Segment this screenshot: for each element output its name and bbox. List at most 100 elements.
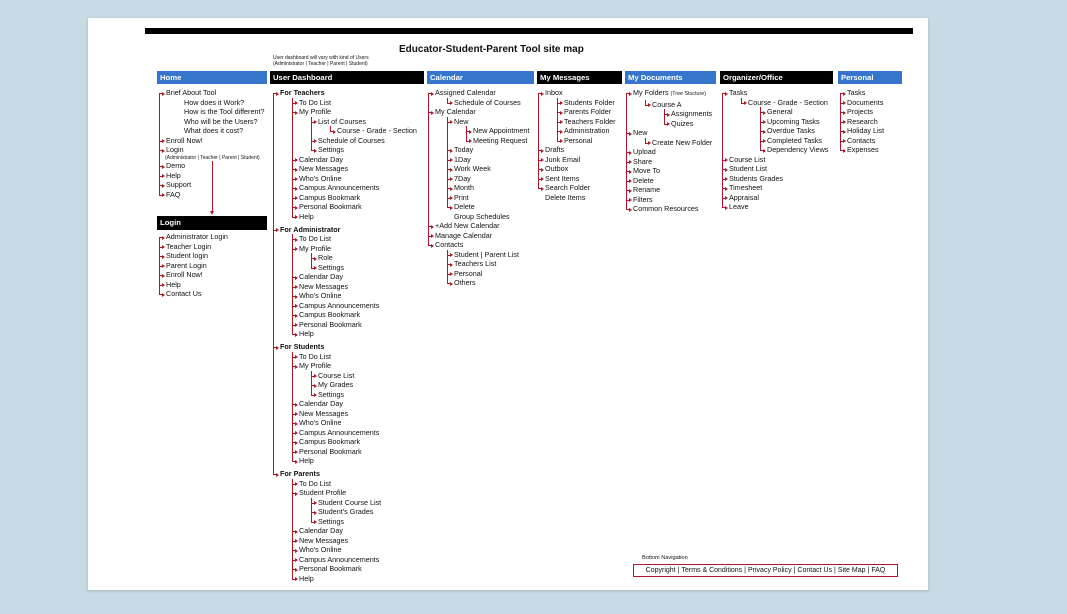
sitemap-link-role[interactable]: Role [318, 253, 417, 263]
sitemap-link-dependency-views[interactable]: Dependency Views [767, 145, 828, 155]
link-label[interactable]: Campus Announcements [299, 555, 379, 564]
link-label[interactable]: Research [847, 117, 878, 126]
sitemap-link-course-list[interactable]: Course List [318, 371, 417, 381]
sitemap-link-for-administrator[interactable]: For Administrator [280, 225, 417, 235]
link-label[interactable]: Campus Announcements [299, 301, 379, 310]
link-label[interactable]: Meeting Request [473, 136, 527, 145]
link-label[interactable]: Support [166, 180, 191, 189]
link-label[interactable]: My Grades [318, 380, 353, 389]
link-label[interactable]: Move To [633, 166, 660, 175]
sitemap-link-timesheet[interactable]: Timesheet [729, 183, 828, 193]
link-label[interactable]: New Messages [299, 164, 348, 173]
sitemap-link-to-do-list[interactable]: To Do List [299, 234, 417, 244]
link-label[interactable]: Assigned Calendar [435, 88, 496, 97]
link-label[interactable]: Month [454, 183, 474, 192]
sitemap-link-course-a[interactable]: Course A [652, 100, 712, 110]
link-label[interactable]: Personal Bookmark [299, 447, 362, 456]
link-label[interactable]: 7Day [454, 174, 471, 183]
sitemap-link-help[interactable]: Help [299, 574, 417, 584]
link-label[interactable]: Contacts [847, 136, 875, 145]
sitemap-link-contact-us[interactable]: Contact Us [166, 289, 228, 299]
sitemap-link-filters[interactable]: Filters [633, 195, 712, 205]
link-label[interactable]: Upload [633, 147, 656, 156]
link-label[interactable]: New [633, 128, 647, 137]
link-label[interactable]: Who will be the Users? [184, 117, 258, 126]
column-header-my-messages[interactable]: My Messages [537, 71, 622, 84]
link-label[interactable]: Contact Us [166, 289, 202, 298]
sitemap-link-sent-items[interactable]: Sent Items [545, 174, 616, 184]
link-label[interactable]: Campus Announcements [299, 428, 379, 437]
link-label[interactable]: Sent Items [545, 174, 579, 183]
sitemap-link-contacts[interactable]: Contacts [435, 240, 529, 250]
link-label[interactable]: Help [299, 574, 314, 583]
link-label[interactable]: FAQ [166, 190, 180, 199]
sitemap-link-search-folder[interactable]: Search Folder [545, 183, 616, 193]
link-label[interactable]: Drafts [545, 145, 564, 154]
link-label[interactable]: Group Schedules [454, 212, 510, 221]
link-label[interactable]: My Folders [633, 88, 671, 97]
link-label[interactable]: Student's Grades [318, 507, 373, 516]
link-label[interactable]: Inbox [545, 88, 563, 97]
sitemap-link-calendar-day[interactable]: Calendar Day [299, 272, 417, 282]
link-label[interactable]: Campus Bookmark [299, 437, 360, 446]
sitemap-link-new[interactable]: New [454, 117, 529, 127]
column-header-calendar[interactable]: Calendar [427, 71, 534, 84]
link-label[interactable]: Who's Online [299, 418, 342, 427]
link-label[interactable]: Student Profile [299, 488, 346, 497]
sitemap-link-students-grades[interactable]: Students Grades [729, 174, 828, 184]
sitemap-link-holiday-list[interactable]: Holiday List [847, 126, 884, 136]
link-label[interactable]: Rename [633, 185, 660, 194]
link-label[interactable]: To Do List [299, 98, 331, 107]
sitemap-link-parent-login[interactable]: Parent Login [166, 261, 228, 271]
sitemap-link-calendar-day[interactable]: Calendar Day [299, 526, 417, 536]
sitemap-link-course-list[interactable]: Course List [729, 155, 828, 165]
sitemap-link-personal-bookmark[interactable]: Personal Bookmark [299, 564, 417, 574]
link-label[interactable]: Campus Bookmark [299, 310, 360, 319]
sitemap-link-new-appointment[interactable]: New Appointment [473, 126, 529, 136]
link-label[interactable]: Student | Parent List [454, 250, 519, 259]
sitemap-link-share[interactable]: Share [633, 157, 712, 167]
sitemap-link-new-messages[interactable]: New Messages [299, 282, 417, 292]
sitemap-link-help[interactable]: Help [166, 280, 228, 290]
sitemap-link-junk-email[interactable]: Junk Email [545, 155, 616, 165]
sitemap-link-campus-bookmark[interactable]: Campus Bookmark [299, 437, 417, 447]
sitemap-link-student-s-grades[interactable]: Student's Grades [318, 507, 417, 517]
sitemap-link-delete[interactable]: Delete [633, 176, 712, 186]
sitemap-link-calendar-day[interactable]: Calendar Day [299, 155, 417, 165]
sitemap-link-to-do-list[interactable]: To Do List [299, 352, 417, 362]
link-label[interactable]: Login [166, 145, 184, 154]
sitemap-link-faq[interactable]: FAQ [166, 190, 264, 200]
sitemap-link-student-course-list[interactable]: Student Course List [318, 498, 417, 508]
sitemap-link-work-week[interactable]: Work Week [454, 164, 529, 174]
link-label[interactable]: Help [166, 280, 181, 289]
link-label[interactable]: Delete Items [545, 193, 585, 202]
sitemap-link-contacts[interactable]: Contacts [847, 136, 884, 146]
sitemap-link-student-login[interactable]: Student login [166, 251, 228, 261]
sitemap-link-my-profile[interactable]: My Profile [299, 244, 417, 254]
footer-link-faq[interactable]: FAQ [871, 567, 885, 574]
sitemap-link-tasks[interactable]: Tasks [847, 88, 884, 98]
sitemap-link-campus-bookmark[interactable]: Campus Bookmark [299, 193, 417, 203]
sitemap-link-administrator-login[interactable]: Administrator Login [166, 232, 228, 242]
link-label[interactable]: Teachers Folder [564, 117, 616, 126]
link-label[interactable]: Teachers List [454, 259, 496, 268]
link-label[interactable]: What does it cost? [184, 126, 243, 135]
footer-link-copyright[interactable]: Copyright [646, 567, 676, 574]
sitemap-link-drafts[interactable]: Drafts [545, 145, 616, 155]
sitemap-link-support[interactable]: Support [166, 180, 264, 190]
link-label[interactable]: Assignments [671, 109, 712, 118]
sitemap-link-list-of-courses[interactable]: List of Courses [318, 117, 417, 127]
link-label[interactable]: Personal Bookmark [299, 320, 362, 329]
sitemap-link-teachers-folder[interactable]: Teachers Folder [564, 117, 616, 127]
sitemap-link-move-to[interactable]: Move To [633, 166, 712, 176]
footer-link-site-map[interactable]: Site Map [838, 567, 866, 574]
sitemap-link-schedule-of-courses[interactable]: Schedule of Courses [318, 136, 417, 146]
sitemap-link-month[interactable]: Month [454, 183, 529, 193]
sitemap-link-who-s-online[interactable]: Who's Online [299, 291, 417, 301]
sitemap-link-7day[interactable]: 7Day [454, 174, 529, 184]
sitemap-link-new-messages[interactable]: New Messages [299, 164, 417, 174]
link-label[interactable]: Schedule of Courses [454, 98, 521, 107]
link-label[interactable]: Teacher Login [166, 242, 211, 251]
link-label[interactable]: Course List [729, 155, 765, 164]
link-label[interactable]: Delete [633, 176, 654, 185]
